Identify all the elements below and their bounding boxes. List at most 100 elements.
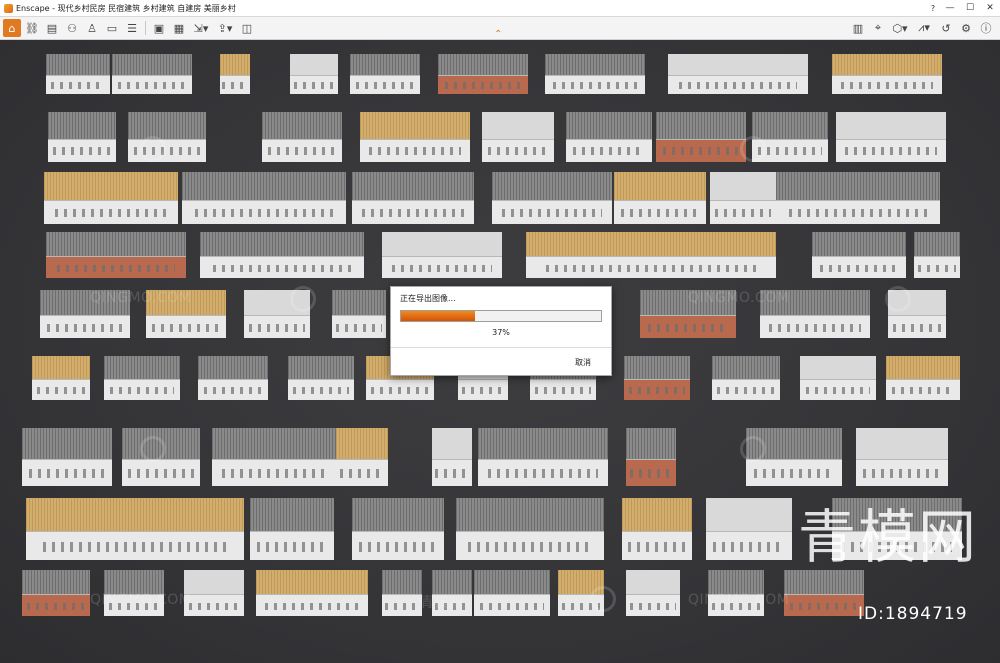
building-wall (668, 75, 808, 94)
watermark-logo-text: 青模网 (420, 595, 464, 611)
bim-icon[interactable]: ▤ (43, 19, 61, 37)
building-wall (626, 458, 676, 486)
video-editor-icon[interactable]: ▭ (103, 19, 121, 37)
views-icon[interactable]: ▥ (849, 19, 867, 37)
building-wall (482, 138, 554, 162)
building-model (886, 356, 960, 400)
building-roof (432, 428, 472, 460)
building-wall (336, 458, 388, 486)
building-roof (626, 428, 676, 460)
building-wall (32, 379, 90, 400)
building-roof (622, 498, 692, 533)
building-wall (656, 138, 746, 162)
building-wall (776, 199, 940, 224)
building-roof (856, 428, 948, 460)
building-wall (888, 315, 946, 338)
building-model (382, 570, 422, 616)
minimize-button[interactable]: — (940, 0, 960, 16)
upload-icon[interactable]: ⇪▾ (214, 19, 236, 37)
building-roof (352, 172, 474, 201)
panorama-icon[interactable]: ◫ (238, 19, 256, 37)
building-wall (290, 75, 338, 94)
building-roof (545, 54, 645, 76)
binoculars-icon[interactable]: ⚇ (63, 19, 81, 37)
building-wall (48, 138, 116, 162)
info-icon[interactable]: ⓘ (977, 19, 995, 37)
building-wall (256, 594, 368, 616)
building-wall (26, 531, 244, 560)
building-wall (112, 75, 192, 94)
building-roof (288, 356, 354, 381)
building-wall (40, 315, 130, 338)
building-model (352, 172, 474, 224)
building-roof (44, 172, 178, 201)
building-roof (104, 356, 180, 381)
building-roof (656, 112, 746, 140)
building-roof (752, 112, 828, 140)
building-roof (482, 112, 554, 140)
reset-icon[interactable]: ↺ (937, 19, 955, 37)
atmosphere-icon[interactable]: ☰ (123, 19, 141, 37)
building-wall (182, 199, 346, 224)
watermark-logo-icon (140, 436, 166, 462)
maximize-button[interactable]: ☐ (960, 0, 980, 16)
building-roof (46, 232, 186, 258)
building-model (336, 428, 388, 486)
building-wall (332, 315, 386, 338)
building-roof (360, 112, 470, 140)
collapse-chevron-icon[interactable]: ⌃ (494, 29, 502, 40)
export-icon[interactable]: ⇲▾ (190, 19, 212, 37)
building-model (262, 112, 342, 162)
dialog-title: 正在导出图像... (400, 294, 456, 303)
watermark-logo-icon (140, 136, 166, 162)
building-wall (46, 75, 110, 94)
building-roof (220, 54, 250, 76)
building-roof (832, 54, 942, 76)
building-model (290, 54, 338, 94)
help-button[interactable]: ? (926, 0, 940, 16)
screenshot-icon[interactable]: ▣ (150, 19, 168, 37)
batch-render-icon[interactable]: ▦ (170, 19, 188, 37)
building-wall (456, 531, 604, 560)
dialog-divider (391, 347, 611, 348)
building-roof (212, 428, 336, 460)
building-model (784, 570, 864, 616)
window-title: Enscape - 现代乡村民房 民宿建筑 乡村建筑 自建房 美丽乡村 (16, 3, 236, 13)
building-wall (474, 594, 550, 616)
cancel-button[interactable]: 取消 (575, 357, 591, 368)
building-wall (614, 199, 706, 224)
settings-icon[interactable]: ⚙ (957, 19, 975, 37)
capture-icon[interactable]: ⌖ (869, 19, 887, 37)
building-roof (112, 54, 192, 76)
building-model (456, 498, 604, 560)
home-icon[interactable]: ⌂ (3, 19, 21, 37)
building-wall (22, 594, 90, 616)
building-wall (262, 138, 342, 162)
building-wall (350, 75, 420, 94)
building-wall (624, 379, 690, 400)
building-roof (492, 172, 612, 201)
close-button[interactable]: ✕ (980, 0, 1000, 16)
link-icon[interactable]: ⛓ (23, 19, 41, 37)
building-model (182, 172, 346, 224)
building-model (198, 356, 268, 400)
building-model (622, 498, 692, 560)
building-wall (366, 379, 434, 400)
building-wall (382, 594, 422, 616)
building-roof (566, 112, 652, 140)
building-roof (128, 112, 206, 140)
building-model (626, 570, 680, 616)
map-icon[interactable]: ⩘▾ (913, 19, 935, 37)
building-model (200, 232, 364, 278)
cube-icon[interactable]: ⬡▾ (889, 19, 911, 37)
building-wall (46, 256, 186, 278)
building-wall (836, 138, 946, 162)
building-model (656, 112, 746, 162)
building-roof (46, 54, 110, 76)
watermark-logo-icon (740, 436, 766, 462)
asset-library-icon[interactable]: ♙ (83, 19, 101, 37)
building-wall (352, 199, 474, 224)
building-model (220, 54, 250, 94)
building-model (710, 172, 776, 224)
building-wall (122, 458, 200, 486)
